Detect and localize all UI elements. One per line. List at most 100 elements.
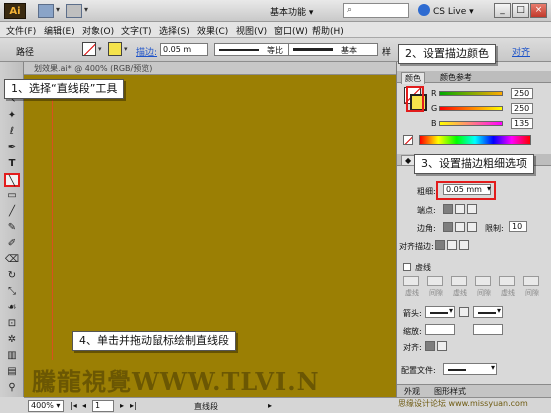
maximize-button[interactable]: □: [512, 3, 529, 18]
align-inside-button[interactable]: [447, 240, 457, 250]
round-join-button[interactable]: [455, 222, 465, 232]
search-input[interactable]: ⌕: [343, 3, 409, 18]
eraser-icon[interactable]: ⌫: [4, 253, 20, 267]
align-link[interactable]: 对齐: [512, 45, 530, 58]
miter-join-button[interactable]: [443, 222, 453, 232]
type-icon[interactable]: T: [4, 157, 20, 171]
channel-label: R: [431, 89, 437, 98]
gap-field[interactable]: [523, 276, 539, 286]
warp-icon[interactable]: ☙: [4, 301, 20, 315]
gradient-icon[interactable]: ▤: [4, 365, 20, 379]
bridge-icon[interactable]: [38, 4, 54, 18]
blob-brush-icon[interactable]: ✐: [4, 237, 20, 251]
magic-wand-icon[interactable]: ✦: [4, 109, 20, 123]
dashed-line-checkbox[interactable]: [403, 263, 411, 271]
status-menu-arrow[interactable]: ▸: [268, 401, 272, 410]
scale-icon[interactable]: ⤡: [4, 285, 20, 299]
last-page-button[interactable]: ▸|: [130, 401, 137, 410]
menu-view[interactable]: 视图(V): [236, 24, 267, 37]
stroke-weight-highlight: [436, 181, 496, 200]
green-value-field[interactable]: 250: [511, 103, 533, 114]
line-segment-icon[interactable]: ╲: [4, 173, 20, 187]
chevron-down-icon[interactable]: ▾: [124, 45, 128, 53]
fill-color-swatch[interactable]: [82, 42, 96, 56]
callout-step-3: 3、设置描边粗细选项: [414, 154, 534, 174]
graph-icon[interactable]: ▥: [4, 349, 20, 363]
next-page-button[interactable]: ▸: [120, 401, 124, 410]
first-page-button[interactable]: |◂: [70, 401, 77, 410]
app-logo: Ai: [4, 3, 26, 19]
brush-definition[interactable]: 基本: [288, 43, 378, 56]
site-watermark: 思缘设计论坛 www.missyuan.com: [398, 399, 528, 408]
red-slider[interactable]: [439, 91, 503, 96]
document-tab[interactable]: 划效果.ai* @ 400% (RGB/预览): [24, 62, 396, 75]
swap-arrowheads-button[interactable]: [459, 307, 469, 317]
dash-field[interactable]: [499, 276, 515, 286]
chevron-down-icon[interactable]: ▾: [98, 45, 102, 53]
chevron-down-icon[interactable]: ▾: [84, 5, 88, 14]
tab-graphic-styles[interactable]: 图形样式: [431, 386, 469, 397]
drawn-line-segment[interactable]: [52, 100, 53, 360]
tab-color-guide[interactable]: 颜色参考: [437, 72, 475, 83]
red-value-field[interactable]: 250: [511, 88, 533, 99]
start-scale-input[interactable]: [425, 324, 455, 335]
workspace-switcher[interactable]: 基本功能 ▾: [270, 5, 313, 18]
gap-field[interactable]: [427, 276, 443, 286]
round-cap-button[interactable]: [455, 204, 465, 214]
width-profile-select[interactable]: [443, 363, 497, 375]
eyedropper-icon[interactable]: ⚲: [4, 381, 20, 395]
lasso-icon[interactable]: ℓ: [4, 125, 20, 139]
dash-field[interactable]: [403, 276, 419, 286]
menu-object[interactable]: 对象(O): [82, 24, 114, 37]
tab-appearance[interactable]: 外观: [401, 386, 423, 397]
blue-value-field[interactable]: 135: [511, 118, 533, 129]
projecting-cap-button[interactable]: [467, 204, 477, 214]
color-spectrum-bar[interactable]: [419, 135, 531, 145]
miter-limit-input[interactable]: 10: [509, 221, 527, 232]
butt-cap-button[interactable]: [443, 204, 453, 214]
menu-edit[interactable]: 编辑(E): [44, 24, 75, 37]
paintbrush-icon[interactable]: ╱: [4, 205, 20, 219]
gap-field[interactable]: [475, 276, 491, 286]
dash-field[interactable]: [451, 276, 467, 286]
pen-icon[interactable]: ✒: [4, 141, 20, 155]
blue-slider[interactable]: [439, 121, 503, 126]
pencil-icon[interactable]: ✎: [4, 221, 20, 235]
menu-type[interactable]: 文字(T): [121, 24, 152, 37]
place-arrow-button[interactable]: [437, 341, 447, 351]
bevel-join-button[interactable]: [467, 222, 477, 232]
arrange-documents-icon[interactable]: [66, 4, 82, 18]
green-slider[interactable]: [439, 106, 503, 111]
close-button[interactable]: ×: [530, 3, 547, 18]
arrowheads-label: 箭头:: [403, 309, 422, 318]
extend-arrow-button[interactable]: [425, 341, 435, 351]
stroke-color-swatch[interactable]: [108, 42, 122, 56]
align-outside-button[interactable]: [459, 240, 469, 250]
symbol-sprayer-icon[interactable]: ✲: [4, 333, 20, 347]
menu-window[interactable]: 窗口(W): [274, 24, 308, 37]
minimize-button[interactable]: _: [494, 3, 511, 18]
rectangle-icon[interactable]: ▭: [4, 189, 20, 203]
stroke-weight-field[interactable]: 0.05 m: [160, 43, 208, 56]
menu-file[interactable]: 文件(F): [6, 24, 36, 37]
cs-live-button[interactable]: CS Live ▾: [418, 4, 474, 17]
start-arrowhead-select[interactable]: [425, 306, 455, 318]
stroke-label-link[interactable]: 描边:: [136, 45, 157, 58]
menu-help[interactable]: 帮助(H): [312, 24, 344, 37]
tab-color[interactable]: 颜色: [401, 72, 425, 84]
menu-effect[interactable]: 效果(C): [197, 24, 228, 37]
prev-page-button[interactable]: ◂: [82, 401, 86, 410]
align-center-button[interactable]: [435, 240, 445, 250]
rotate-icon[interactable]: ↻: [4, 269, 20, 283]
zoom-field[interactable]: 400% ▾: [28, 400, 64, 412]
chevron-down-icon[interactable]: ▾: [56, 5, 60, 14]
menu-select[interactable]: 选择(S): [159, 24, 190, 37]
style-label: 样: [382, 48, 392, 58]
end-arrowhead-select[interactable]: [473, 306, 503, 318]
cs-live-icon: [418, 4, 430, 16]
current-tool-status[interactable]: 直线段: [194, 401, 218, 412]
page-number-field[interactable]: 1: [92, 400, 114, 412]
free-transform-icon[interactable]: ⊡: [4, 317, 20, 331]
end-scale-input[interactable]: [473, 324, 503, 335]
none-color-button[interactable]: [403, 135, 413, 145]
